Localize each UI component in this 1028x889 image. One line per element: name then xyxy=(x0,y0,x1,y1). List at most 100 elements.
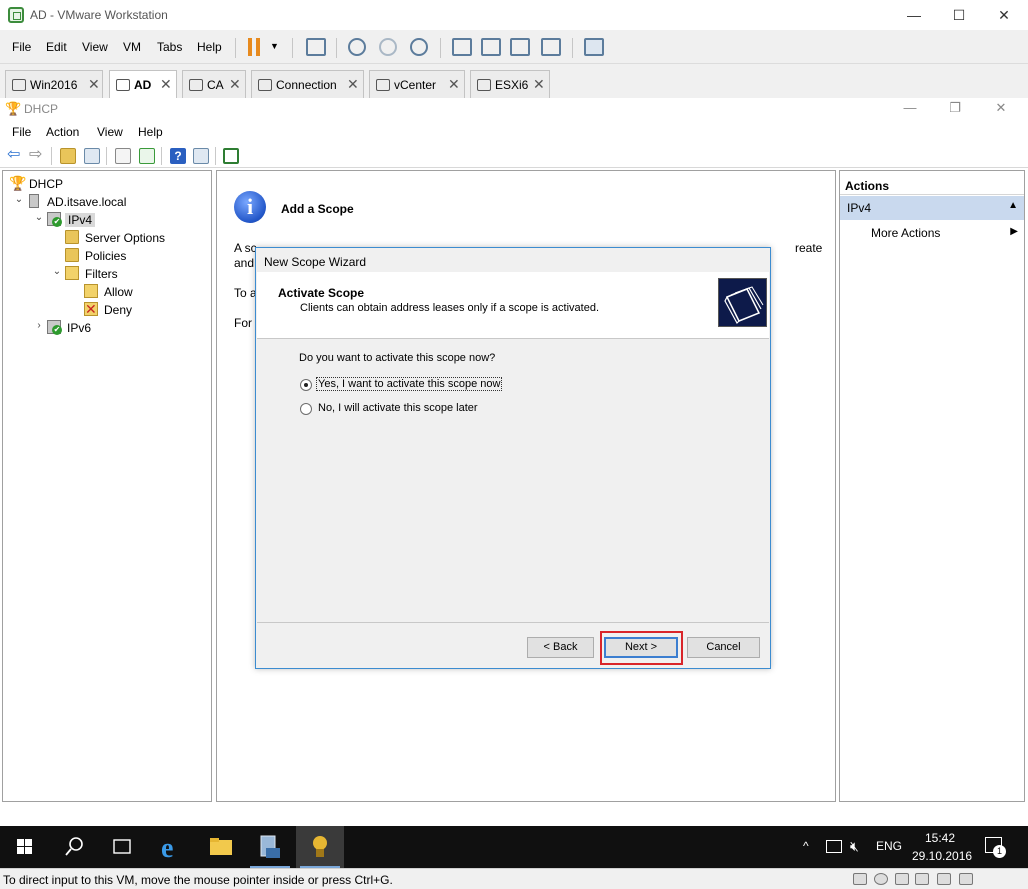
menu-file[interactable]: File xyxy=(12,40,31,54)
show-library-icon[interactable] xyxy=(452,38,472,56)
snapshot-icon[interactable] xyxy=(348,38,366,56)
unity-icon[interactable] xyxy=(541,38,561,56)
close-icon[interactable]: ✕ xyxy=(533,76,545,93)
notification-count: 1 xyxy=(993,845,1006,858)
thumbnail-bar-icon[interactable] xyxy=(481,38,501,56)
task-view-icon[interactable] xyxy=(98,826,146,868)
monitor-icon[interactable] xyxy=(223,148,239,164)
usb-device-icon[interactable] xyxy=(915,873,929,885)
tab-ad[interactable]: AD ✕ xyxy=(109,70,177,99)
guest-display[interactable]: 🏆 DHCP — ❐ ✕ File Action View Help ⇦ ⇨ ?… xyxy=(0,98,1028,868)
menu-view[interactable]: View xyxy=(82,40,108,54)
file-explorer-icon[interactable] xyxy=(197,826,245,868)
snapshot-manager-icon[interactable] xyxy=(410,38,428,56)
up-folder-icon[interactable] xyxy=(60,148,76,164)
actions-pane: Actions IPv4 ▲ More Actions ▶ xyxy=(839,170,1025,802)
actions-group-ipv4[interactable]: IPv4 ▲ xyxy=(840,196,1024,220)
help-icon[interactable]: ? xyxy=(170,148,186,164)
menu-help[interactable]: Help xyxy=(197,40,222,54)
show-hide-tree-icon[interactable] xyxy=(84,148,100,164)
close-icon[interactable]: ✕ xyxy=(229,76,241,93)
filter-icon xyxy=(65,266,79,280)
refresh-icon[interactable] xyxy=(139,148,155,164)
tree-item-label: Allow xyxy=(104,285,133,299)
ipv6-icon xyxy=(47,320,62,335)
close-icon[interactable]: ✕ xyxy=(160,76,172,93)
radio-button-selected[interactable] xyxy=(300,379,312,391)
back-button[interactable]: < Back xyxy=(527,637,594,658)
radio-label[interactable]: No, I will activate this scope later xyxy=(317,402,479,414)
submenu-arrow-icon: ▶ xyxy=(1010,226,1018,237)
allow-filter-icon xyxy=(84,284,98,298)
menu-edit[interactable]: Edit xyxy=(46,40,67,54)
send-ctrl-alt-del-icon[interactable] xyxy=(306,38,326,56)
network-icon[interactable] xyxy=(826,840,842,853)
dhcp-menu-action[interactable]: Action xyxy=(46,125,79,139)
console-view-icon[interactable] xyxy=(584,38,604,56)
properties-icon[interactable] xyxy=(115,148,131,164)
server-manager-icon[interactable] xyxy=(246,826,294,868)
close-icon[interactable]: ✕ xyxy=(347,76,359,93)
collapse-icon[interactable]: ⌄ xyxy=(51,266,63,277)
language-indicator[interactable]: ENG xyxy=(876,839,902,853)
dhcp-restore-button[interactable]: ❐ xyxy=(940,98,970,120)
start-button[interactable] xyxy=(0,826,48,868)
internet-explorer-icon[interactable]: e xyxy=(149,826,197,868)
menu-tabs[interactable]: Tabs xyxy=(157,40,182,54)
tab-label: ESXi6 xyxy=(495,78,529,92)
resize-grip-icon[interactable] xyxy=(989,873,1003,885)
pause-icon[interactable] xyxy=(248,38,262,56)
network-adapter-icon[interactable] xyxy=(895,873,909,885)
minimize-button[interactable]: — xyxy=(900,4,928,26)
close-icon[interactable]: ✕ xyxy=(88,76,100,93)
dhcp-close-button[interactable]: ✕ xyxy=(986,98,1016,120)
dhcp-menu-view[interactable]: View xyxy=(97,125,123,139)
toolbar-separator xyxy=(292,38,293,58)
show-action-pane-icon[interactable] xyxy=(193,148,209,164)
toolbar-separator xyxy=(215,147,216,165)
clock-time[interactable]: 15:42 xyxy=(925,831,955,845)
expand-icon[interactable]: › xyxy=(33,320,45,331)
tab-ca[interactable]: CA ✕ xyxy=(182,70,246,98)
dhcp-menu-help[interactable]: Help xyxy=(138,125,163,139)
toolbar-separator xyxy=(572,38,573,58)
action-center-icon[interactable]: 1 xyxy=(985,837,1006,858)
full-screen-icon[interactable] xyxy=(510,38,530,56)
tab-vcenter[interactable]: vCenter ✕ xyxy=(369,70,465,98)
sound-card-icon[interactable] xyxy=(937,873,951,885)
radio-label[interactable]: Yes, I want to activate this scope now xyxy=(315,377,503,391)
tab-win2016[interactable]: Win2016 ✕ xyxy=(5,70,103,98)
hard-disk-icon[interactable] xyxy=(853,873,867,885)
details-text-line: reate xyxy=(795,241,823,255)
ipv4-icon xyxy=(47,212,62,227)
search-icon[interactable] xyxy=(50,826,98,868)
clock-date[interactable]: 29.10.2016 xyxy=(912,849,972,863)
dhcp-menu-file[interactable]: File xyxy=(12,125,31,139)
display-icon[interactable] xyxy=(959,873,973,885)
wizard-folders-icon xyxy=(718,278,767,327)
chevron-down-icon[interactable]: ▼ xyxy=(270,42,280,51)
svg-text:e: e xyxy=(161,833,173,864)
back-arrow-icon[interactable]: ⇦ xyxy=(7,147,23,164)
forward-arrow-icon[interactable]: ⇨ xyxy=(29,147,45,164)
menu-vm[interactable]: VM xyxy=(123,40,141,54)
collapse-up-icon[interactable]: ▲ xyxy=(1008,200,1018,211)
revert-snapshot-icon[interactable] xyxy=(379,38,397,56)
volume-muted-icon[interactable]: 🔇︎ xyxy=(850,838,859,855)
close-button[interactable]: ✕ xyxy=(990,4,1018,26)
tray-chevron-icon[interactable]: ^ xyxy=(803,839,809,853)
maximize-button[interactable]: ☐ xyxy=(945,4,973,26)
cancel-button[interactable]: Cancel xyxy=(687,637,760,658)
tab-esxi6[interactable]: ESXi6 ✕ xyxy=(470,70,550,98)
tree-item-label: Deny xyxy=(104,303,133,317)
dhcp-minimize-button[interactable]: — xyxy=(895,98,925,120)
wizard-header: Activate Scope Clients can obtain addres… xyxy=(257,272,769,339)
radio-button[interactable] xyxy=(300,403,312,415)
cd-dvd-icon[interactable] xyxy=(874,873,888,885)
tab-connection[interactable]: Connection ✕ xyxy=(251,70,364,98)
collapse-icon[interactable]: ⌄ xyxy=(13,194,25,205)
more-actions-item[interactable]: More Actions xyxy=(871,226,940,240)
collapse-icon[interactable]: ⌄ xyxy=(33,212,45,223)
close-icon[interactable]: ✕ xyxy=(448,76,460,93)
dhcp-taskbar-icon[interactable] xyxy=(296,826,344,868)
